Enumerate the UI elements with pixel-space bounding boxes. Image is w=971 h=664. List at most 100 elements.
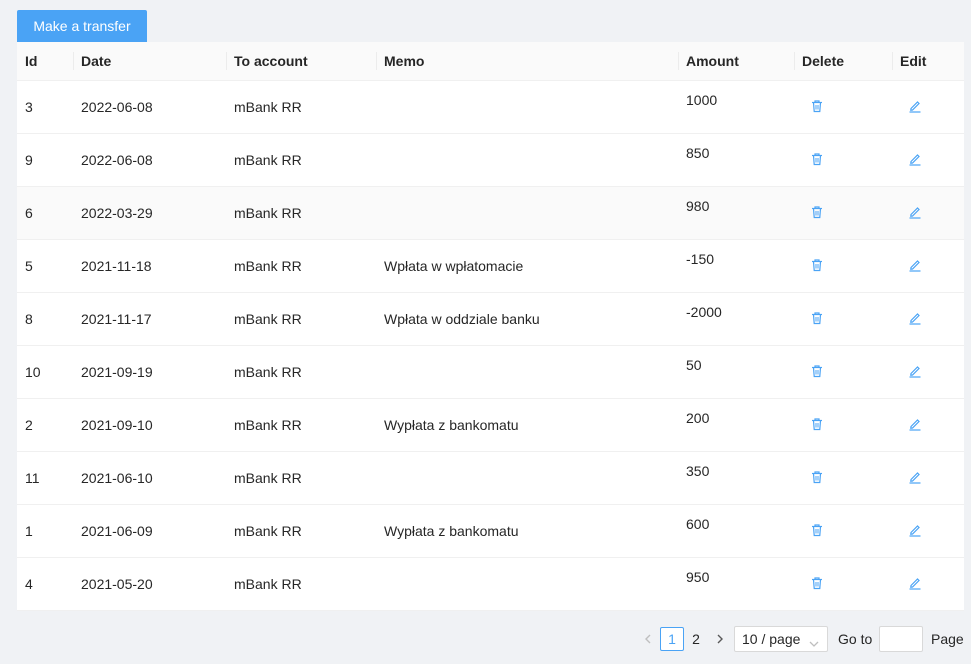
delete-icon[interactable]	[810, 523, 824, 537]
cell-to-account: mBank RR	[226, 451, 376, 505]
cell-memo	[376, 80, 678, 134]
edit-icon[interactable]	[908, 470, 922, 484]
pagination-page-2[interactable]: 2	[686, 626, 706, 652]
cell-id: 8	[17, 292, 73, 346]
cell-amount: 350	[678, 451, 794, 505]
transfers-table: Id Date To account Memo Amount Delete Ed…	[17, 42, 964, 611]
cell-to-account: mBank RR	[226, 398, 376, 452]
cell-date: 2022-06-08	[73, 80, 226, 134]
cell-id: 3	[17, 80, 73, 134]
goto-label: Go to	[838, 631, 873, 647]
cell-edit	[892, 133, 964, 187]
cell-to-account: mBank RR	[226, 80, 376, 134]
delete-icon[interactable]	[810, 205, 824, 219]
cell-memo	[376, 133, 678, 187]
cell-amount: -150	[678, 239, 794, 293]
table-row: 9 2022-06-08 mBank RR 850	[17, 133, 964, 187]
cell-delete	[794, 292, 892, 346]
delete-icon[interactable]	[810, 417, 824, 431]
chevron-down-icon	[809, 635, 819, 651]
cell-amount: 1000	[678, 80, 794, 134]
make-transfer-button[interactable]: Make a transfer	[17, 10, 147, 42]
column-header-delete: Delete	[794, 42, 892, 81]
cell-delete	[794, 80, 892, 134]
cell-date: 2021-06-10	[73, 451, 226, 505]
delete-icon[interactable]	[810, 364, 824, 378]
edit-icon[interactable]	[908, 576, 922, 590]
cell-date: 2021-11-18	[73, 239, 226, 293]
cell-to-account: mBank RR	[226, 504, 376, 558]
edit-icon[interactable]	[908, 152, 922, 166]
cell-edit	[892, 398, 964, 452]
edit-icon[interactable]	[908, 205, 922, 219]
delete-icon[interactable]	[810, 99, 824, 113]
column-header-memo: Memo	[376, 42, 678, 81]
table-row: 5 2021-11-18 mBank RR Wpłata w wpłatomacie -…	[17, 239, 964, 293]
column-header-to-account: To account	[226, 42, 376, 81]
page-label: Page	[931, 631, 964, 647]
delete-icon[interactable]	[810, 470, 824, 484]
cell-amount: 950	[678, 557, 794, 611]
column-header-id: Id	[17, 42, 73, 81]
pagination-prev-button[interactable]	[638, 626, 658, 652]
edit-icon[interactable]	[908, 311, 922, 325]
cell-delete	[794, 239, 892, 293]
cell-delete	[794, 133, 892, 187]
table-body: 3 2022-06-08 mBank RR 1000 9 2022-06-08 mBank …	[17, 80, 964, 611]
cell-delete	[794, 504, 892, 558]
chevron-left-icon	[644, 631, 652, 647]
cell-memo	[376, 345, 678, 399]
column-header-edit: Edit	[892, 42, 964, 81]
delete-icon[interactable]	[810, 258, 824, 272]
cell-memo: Wypłata z bankomatu	[376, 504, 678, 558]
pagination: 1 2 10 / page Go to Page	[0, 626, 971, 652]
cell-date: 2022-06-08	[73, 133, 226, 187]
cell-date: 2021-05-20	[73, 557, 226, 611]
column-header-date: Date	[73, 42, 226, 81]
cell-edit	[892, 345, 964, 399]
cell-edit	[892, 80, 964, 134]
cell-edit	[892, 504, 964, 558]
cell-to-account: mBank RR	[226, 186, 376, 240]
goto-page-input[interactable]	[879, 626, 923, 652]
cell-id: 4	[17, 557, 73, 611]
cell-delete	[794, 186, 892, 240]
cell-memo: Wypłata z bankomatu	[376, 398, 678, 452]
page-size-value: 10 / page	[742, 631, 801, 647]
table-row: 4 2021-05-20 mBank RR 950	[17, 557, 964, 611]
cell-id: 5	[17, 239, 73, 293]
table-row: 6 2022-03-29 mBank RR 980	[17, 186, 964, 240]
cell-edit	[892, 451, 964, 505]
cell-id: 9	[17, 133, 73, 187]
delete-icon[interactable]	[810, 576, 824, 590]
cell-date: 2021-09-10	[73, 398, 226, 452]
delete-icon[interactable]	[810, 311, 824, 325]
table-row: 2 2021-09-10 mBank RR Wypłata z bankomatu 20…	[17, 398, 964, 452]
cell-delete	[794, 451, 892, 505]
table-row: 3 2022-06-08 mBank RR 1000	[17, 80, 964, 134]
cell-memo	[376, 557, 678, 611]
cell-delete	[794, 398, 892, 452]
edit-icon[interactable]	[908, 99, 922, 113]
cell-date: 2021-11-17	[73, 292, 226, 346]
edit-icon[interactable]	[908, 523, 922, 537]
pagination-next-button[interactable]	[710, 626, 730, 652]
page-size-select[interactable]: 10 / page	[734, 626, 828, 652]
table-row: 1 2021-06-09 mBank RR Wypłata z bankomatu 60…	[17, 504, 964, 558]
cell-id: 11	[17, 451, 73, 505]
edit-icon[interactable]	[908, 417, 922, 431]
cell-edit	[892, 186, 964, 240]
edit-icon[interactable]	[908, 258, 922, 272]
cell-to-account: mBank RR	[226, 557, 376, 611]
cell-id: 6	[17, 186, 73, 240]
column-header-amount: Amount	[678, 42, 794, 81]
table-row: 10 2021-09-19 mBank RR 50	[17, 345, 964, 399]
pagination-page-1[interactable]: 1	[660, 627, 684, 651]
cell-delete	[794, 557, 892, 611]
cell-to-account: mBank RR	[226, 345, 376, 399]
edit-icon[interactable]	[908, 364, 922, 378]
cell-amount: 850	[678, 133, 794, 187]
cell-memo: Wpłata w oddziale banku	[376, 292, 678, 346]
delete-icon[interactable]	[810, 152, 824, 166]
cell-date: 2021-06-09	[73, 504, 226, 558]
